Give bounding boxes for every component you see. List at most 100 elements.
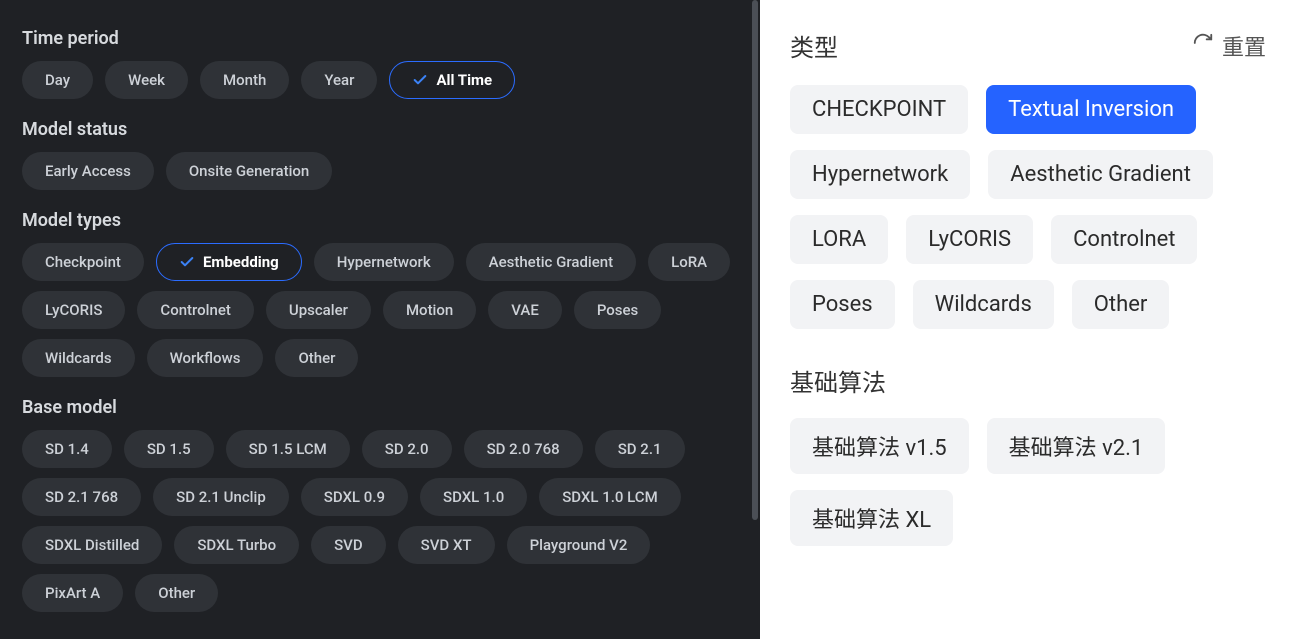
tag-v2-1[interactable]: 基础算法 v2.1 [987,418,1166,474]
chip-row-model-status: Early Access Onsite Generation [22,152,738,190]
chip-label: Other [158,584,195,602]
chip-sd-2-1-unclip[interactable]: SD 2.1 Unclip [153,478,289,516]
chip-label: Wildcards [45,349,112,367]
chip-label: Controlnet [160,301,230,319]
chip-motion[interactable]: Motion [383,291,476,329]
chip-workflows[interactable]: Workflows [147,339,264,377]
chip-sd-1-5[interactable]: SD 1.5 [124,430,214,468]
chip-onsite-generation[interactable]: Onsite Generation [166,152,332,190]
chip-label: SD 2.1 [618,440,662,458]
chip-sdxl-0-9[interactable]: SDXL 0.9 [301,478,408,516]
scrollbar-thumb[interactable] [752,0,758,520]
chip-label: Motion [406,301,453,319]
chip-sd-2-0-768[interactable]: SD 2.0 768 [464,430,583,468]
chip-label: LyCORIS [45,301,102,319]
section-base-model: Base model SD 1.4 SD 1.5 SD 1.5 LCM SD 2.0 S… [22,397,738,612]
tag-lycoris[interactable]: LyCORIS [906,215,1033,264]
chip-label: SD 1.4 [45,440,89,458]
check-icon [412,72,428,88]
chip-svd[interactable]: SVD [311,526,386,564]
chip-label: SDXL 0.9 [324,488,385,506]
heading-time-period: Time period [22,28,738,49]
chip-svd-xt[interactable]: SVD XT [398,526,495,564]
tag-row-type: CHECKPOINT Textual Inversion Hypernetwork A… [790,85,1266,329]
tag-v1-5[interactable]: 基础算法 v1.5 [790,418,969,474]
tag-label: Controlnet [1073,227,1175,252]
filter-panel-light: 类型 重置 CHECKPOINT Textual Inversion Hyperne… [760,0,1296,639]
chip-sdxl-distilled[interactable]: SDXL Distilled [22,526,162,564]
chip-label: Hypernetwork [337,253,431,271]
scrollbar-track[interactable] [750,0,760,639]
chip-aesthetic-gradient[interactable]: Aesthetic Gradient [466,243,636,281]
chip-label: SD 2.0 768 [487,440,560,458]
chip-label: Year [324,71,354,89]
chip-month[interactable]: Month [200,61,289,99]
refresh-icon [1192,32,1214,60]
chip-lycoris[interactable]: LyCORIS [22,291,125,329]
heading-base-model: Base model [22,397,738,418]
tag-wildcards[interactable]: Wildcards [913,280,1054,329]
chip-other[interactable]: Other [275,339,358,377]
chip-label: SDXL Turbo [197,536,276,554]
tag-textual-inversion[interactable]: Textual Inversion [986,85,1196,134]
tag-checkpoint[interactable]: CHECKPOINT [790,85,968,134]
tag-row-base-algo: 基础算法 v1.5 基础算法 v2.1 基础算法 XL [790,418,1266,546]
chip-label: Checkpoint [45,253,121,271]
chip-sdxl-turbo[interactable]: SDXL Turbo [174,526,299,564]
chip-day[interactable]: Day [22,61,93,99]
reset-button[interactable]: 重置 [1192,30,1266,62]
chip-label: SD 2.1 Unclip [176,488,266,506]
heading-model-types: Model types [22,210,738,231]
tag-label: 基础算法 v2.1 [1009,430,1144,462]
chip-sd-2-1-768[interactable]: SD 2.1 768 [22,478,141,516]
chip-playground-v2[interactable]: Playground V2 [507,526,651,564]
tag-label: Wildcards [935,292,1032,317]
chip-label: SD 1.5 [147,440,191,458]
chip-poses[interactable]: Poses [574,291,661,329]
chip-lora[interactable]: LoRA [648,243,730,281]
chip-label: SVD [334,536,363,554]
chip-label: SDXL 1.0 LCM [562,488,658,506]
chip-other[interactable]: Other [135,574,218,612]
chip-label: Poses [597,301,638,319]
tag-aesthetic-gradient[interactable]: Aesthetic Gradient [988,150,1213,199]
chip-sd-1-5-lcm[interactable]: SD 1.5 LCM [226,430,350,468]
tag-label: 基础算法 XL [812,502,931,534]
tag-label: Hypernetwork [812,162,948,187]
tag-hypernetwork[interactable]: Hypernetwork [790,150,970,199]
tag-label: Textual Inversion [1008,97,1174,122]
chip-checkpoint[interactable]: Checkpoint [22,243,144,281]
chip-embedding[interactable]: Embedding [156,243,302,281]
chip-year[interactable]: Year [301,61,377,99]
chip-pixart-a[interactable]: PixArt A [22,574,123,612]
chip-sd-2-0[interactable]: SD 2.0 [362,430,452,468]
tag-label: Poses [812,292,873,317]
tag-controlnet[interactable]: Controlnet [1051,215,1197,264]
chip-sdxl-1-0[interactable]: SDXL 1.0 [420,478,527,516]
chip-all-time[interactable]: All Time [389,61,515,99]
tag-label: Other [1094,292,1148,317]
chip-sd-1-4[interactable]: SD 1.4 [22,430,112,468]
chip-controlnet[interactable]: Controlnet [137,291,253,329]
filter-panel-dark: Time period Day Week Month Year All Time Mod… [0,0,760,639]
chip-upscaler[interactable]: Upscaler [266,291,371,329]
tag-poses[interactable]: Poses [790,280,895,329]
tag-other[interactable]: Other [1072,280,1170,329]
chip-label: SD 2.1 768 [45,488,118,506]
chip-label: PixArt A [45,584,100,602]
tag-lora[interactable]: LORA [790,215,888,264]
heading-model-status: Model status [22,119,738,140]
chip-early-access[interactable]: Early Access [22,152,154,190]
chip-label: Upscaler [289,301,348,319]
chip-sdxl-1-0-lcm[interactable]: SDXL 1.0 LCM [539,478,681,516]
chip-vae[interactable]: VAE [488,291,562,329]
right-header: 类型 重置 [790,28,1266,63]
chip-label: Embedding [203,253,279,271]
chip-wildcards[interactable]: Wildcards [22,339,135,377]
chip-week[interactable]: Week [105,61,188,99]
chip-label: SDXL Distilled [45,536,139,554]
tag-xl[interactable]: 基础算法 XL [790,490,953,546]
tag-label: LyCORIS [928,227,1011,252]
chip-hypernetwork[interactable]: Hypernetwork [314,243,454,281]
chip-sd-2-1[interactable]: SD 2.1 [595,430,685,468]
